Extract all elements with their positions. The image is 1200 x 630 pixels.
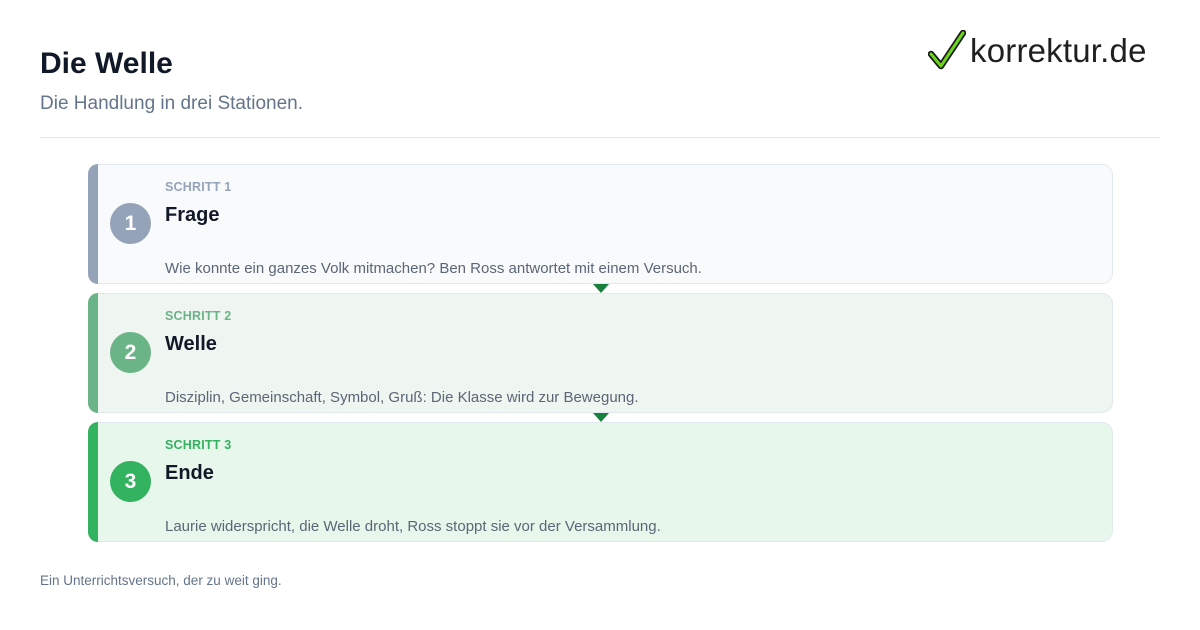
step-description: Laurie widerspricht, die Welle droht, Ro…	[165, 518, 661, 535]
step-title: Welle	[165, 333, 217, 355]
step-number-badge: 1	[110, 203, 151, 244]
step-accent-bar	[88, 422, 98, 542]
page-title: Die Welle	[40, 47, 173, 80]
footer-note: Ein Unterrichtsversuch, der zu weit ging…	[40, 573, 282, 588]
step-card-3: 3 SCHRITT 3 Ende Laurie widerspricht, di…	[88, 422, 1113, 542]
header: Die Welle Die Handlung in drei Stationen…	[40, 0, 1160, 138]
brand-logo[interactable]: korrektur.de	[928, 30, 1147, 72]
step-kicker: SCHRITT 1	[165, 180, 232, 194]
step-number-badge: 3	[110, 461, 151, 502]
step-card-1: 1 SCHRITT 1 Frage Wie konnte ein ganzes …	[88, 164, 1113, 284]
step-title: Frage	[165, 204, 220, 226]
page-subtitle: Die Handlung in drei Stationen.	[40, 93, 304, 114]
step-accent-bar	[88, 293, 98, 413]
step-card-2: 2 SCHRITT 2 Welle Disziplin, Gemeinschaf…	[88, 293, 1113, 413]
checkmark-icon	[928, 30, 966, 70]
step-title: Ende	[165, 462, 214, 484]
header-divider	[40, 137, 1160, 138]
brand-name: korrektur.de	[970, 32, 1147, 69]
step-description: Wie konnte ein ganzes Volk mitmachen? Be…	[165, 260, 702, 277]
step-accent-bar	[88, 164, 98, 284]
step-description: Disziplin, Gemeinschaft, Symbol, Gruß: D…	[165, 389, 639, 406]
connector-arrow-down-icon	[593, 413, 609, 422]
step-kicker: SCHRITT 3	[165, 438, 232, 452]
step-kicker: SCHRITT 2	[165, 309, 232, 323]
step-number-badge: 2	[110, 332, 151, 373]
connector-arrow-down-icon	[593, 284, 609, 293]
